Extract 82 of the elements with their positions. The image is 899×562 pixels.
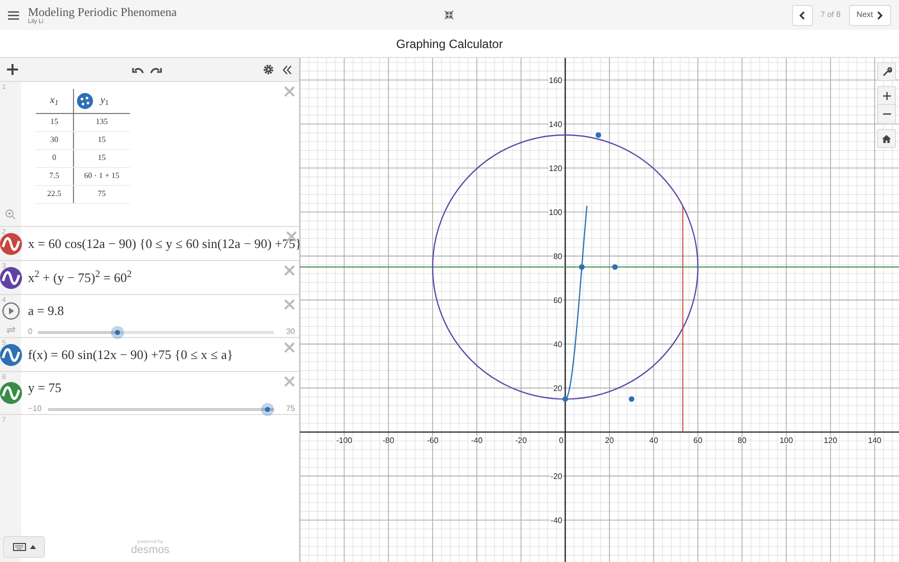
axis-tick-label: 20	[553, 384, 562, 394]
axis-tick-label: 80	[738, 436, 747, 446]
axis-tick-label: 0	[559, 436, 564, 446]
keyboard-icon	[12, 543, 26, 551]
axis-tick-label: 100	[780, 436, 793, 446]
table-cell[interactable]: 135	[73, 113, 130, 131]
slider-thumb[interactable]	[261, 402, 274, 416]
table-cell[interactable]: 15	[73, 149, 130, 167]
slider-thumb[interactable]	[111, 326, 124, 338]
menu-icon[interactable]	[8, 10, 19, 20]
axis-tick-label: -40	[550, 516, 562, 526]
table-cell[interactable]: 15	[36, 113, 73, 131]
table-cell[interactable]: 30	[36, 131, 73, 149]
home-button[interactable]	[877, 129, 896, 148]
previous-button[interactable]	[792, 4, 813, 26]
axis-tick-label: -100	[336, 436, 352, 446]
settings-button[interactable]	[877, 62, 896, 81]
keyboard-button[interactable]	[3, 536, 45, 558]
points-icon[interactable]	[76, 92, 92, 109]
slider-min: −10	[28, 403, 42, 415]
home-icon	[882, 134, 891, 142]
axis-tick-label: -20	[515, 436, 527, 446]
table-cell[interactable]: 0	[36, 149, 73, 167]
curve-color-icon[interactable]	[0, 382, 22, 404]
collapse-panel-icon[interactable]	[282, 64, 292, 74]
page-indicator: 7 of 8	[820, 9, 841, 21]
axis-tick-label: 140	[548, 120, 562, 130]
axis-tick-label: 160	[548, 76, 562, 85]
axis-tick-label: 140	[868, 436, 882, 446]
axis-tick-label: 20	[605, 436, 614, 446]
chevron-right-icon	[877, 10, 883, 20]
add-icon[interactable]	[7, 64, 18, 75]
zoom-in-button[interactable]	[877, 86, 896, 105]
table-cell[interactable]: 60 · 1 + 15	[73, 167, 130, 185]
axis-tick-label: 40	[553, 340, 562, 350]
next-button[interactable]: Next	[848, 4, 891, 26]
math-expression[interactable]: x$^{2}$ + (y − 75)$^{2}$ = 60$^{2}$	[28, 268, 132, 288]
zoom-out-button[interactable]	[877, 105, 896, 124]
math-expression[interactable]: y = 75	[28, 378, 62, 398]
math-expression[interactable]: a = 9.8	[28, 301, 64, 320]
chevron-left-icon	[799, 10, 806, 20]
caret-up-icon	[30, 545, 36, 549]
axis-tick-label: 60	[553, 296, 562, 306]
axis-tick-label: 80	[553, 252, 562, 262]
minus-icon	[882, 113, 890, 115]
axis-tick-label: -40	[471, 436, 483, 446]
play-icon[interactable]	[2, 302, 20, 320]
table-cell[interactable]: 15	[73, 131, 130, 149]
table-header: y$_{1}$	[100, 94, 109, 108]
activity-title: Modeling Periodic Phenomena	[28, 6, 177, 18]
redo-icon[interactable]	[150, 66, 162, 74]
table-cell[interactable]: 22.5	[36, 185, 73, 203]
table-header: x$_{1}$	[36, 89, 73, 113]
curve-color-icon[interactable]	[0, 344, 22, 366]
wrench-icon	[882, 66, 892, 76]
axis-tick-label: -80	[382, 436, 394, 446]
collapse-icon[interactable]	[444, 10, 454, 20]
axis-tick-label: 120	[824, 436, 838, 446]
settings-icon[interactable]	[263, 64, 274, 75]
table-cell[interactable]: 7.5	[36, 167, 73, 185]
slider-max: 30	[286, 326, 295, 338]
brand-text: desmos	[131, 545, 170, 556]
table-cell[interactable]: 75	[73, 185, 130, 203]
slider-min: 0	[28, 326, 32, 338]
data-point	[628, 396, 634, 402]
curve-color-icon[interactable]	[0, 266, 22, 288]
axis-tick-label: 120	[548, 164, 562, 174]
axis-tick-label: -20	[550, 472, 562, 482]
undo-icon[interactable]	[132, 66, 144, 74]
curve-color-icon[interactable]	[0, 232, 22, 254]
slider-max: 75	[286, 403, 295, 415]
plus-icon	[882, 92, 890, 100]
data-point	[562, 396, 568, 402]
axis-tick-label: -60	[426, 436, 438, 446]
data-point	[612, 264, 618, 270]
page-heading: Graphing Calculator	[396, 36, 503, 52]
data-point	[579, 264, 585, 270]
math-expression[interactable]: f(x) = 60 sin(12x − 90) +75 {0 ≤ x ≤ a}	[28, 344, 234, 364]
axis-tick-label: 40	[649, 436, 658, 446]
data-point	[596, 132, 602, 138]
axis-tick-label: 100	[548, 208, 562, 218]
axis-tick-label: 60	[693, 436, 702, 446]
